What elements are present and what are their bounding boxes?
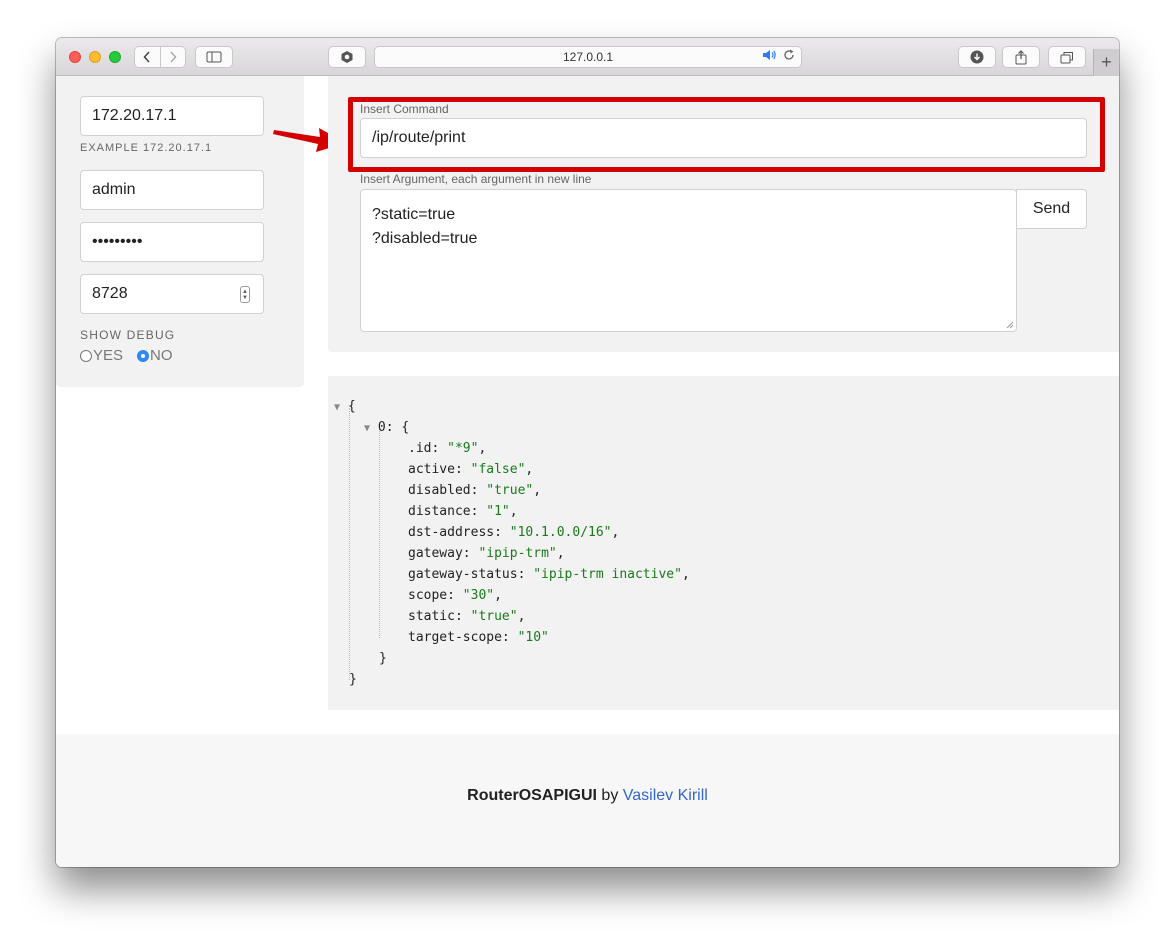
footer: RouterOSAPIGUI by Vasilev Kirill	[56, 734, 1119, 867]
debug-no-label[interactable]: NO	[150, 347, 173, 364]
sidebar-icon	[206, 51, 222, 63]
sidebar-toggle-button[interactable]	[195, 46, 233, 68]
json-field-line: dst-address: "10.1.0.0/16",	[408, 525, 620, 540]
tabs-overview-button[interactable]	[1048, 46, 1086, 68]
address-bar[interactable]: 127.0.0.1	[374, 46, 802, 68]
footer-by: by	[596, 787, 623, 804]
tabs-icon	[1060, 51, 1073, 63]
json-key: static	[408, 609, 455, 624]
zoom-window-button[interactable]	[109, 51, 121, 63]
json-key: scope	[408, 588, 448, 603]
command-input[interactable]: /ip/route/print	[360, 118, 1087, 158]
json-value: "false"	[470, 462, 526, 477]
json-field-line: disabled: "true",	[408, 483, 542, 498]
json-key: disabled	[408, 483, 471, 498]
json-guide-line	[379, 429, 380, 638]
json-field-line: target-scope: "10"	[408, 630, 549, 645]
footer-brand: RouterOSAPIGUI	[467, 787, 597, 804]
json-root-close: }	[349, 672, 357, 687]
username-input[interactable]: admin	[80, 170, 264, 210]
json-value: "10"	[517, 630, 549, 645]
json-root-open[interactable]: ▼ {	[334, 396, 356, 418]
json-field-line: distance: "1",	[408, 504, 518, 519]
json-guide-line	[349, 408, 350, 680]
json-value: "30"	[462, 588, 495, 603]
port-stepper[interactable]: ▲ ▼	[240, 286, 250, 303]
debug-no-radio[interactable]	[137, 349, 150, 362]
json-key: active	[408, 462, 455, 477]
json-value: "true"	[486, 483, 534, 498]
json-value: "ipip-trm"	[478, 546, 557, 561]
stepper-down-icon[interactable]: ▼	[242, 295, 248, 301]
back-forward-group	[134, 46, 186, 68]
json-value: "true"	[470, 609, 518, 624]
footer-author-link[interactable]: Vasilev Kirill	[623, 787, 708, 804]
json-key: gateway	[408, 546, 463, 561]
command-label: Insert Command	[360, 102, 449, 116]
argument-line: ?static=true	[372, 206, 456, 223]
address-text: 127.0.0.1	[562, 50, 614, 64]
back-button[interactable]	[135, 47, 160, 67]
host-input[interactable]: 172.20.17.1	[80, 96, 264, 136]
host-hint: EXAMPLE 172.20.17.1	[80, 142, 213, 154]
share-icon	[1015, 49, 1027, 64]
json-field-line: gateway: "ipip-trm",	[408, 546, 565, 561]
close-window-button[interactable]	[69, 51, 81, 63]
json-field-line: static: "true",	[408, 609, 526, 624]
minimize-window-button[interactable]	[89, 51, 101, 63]
collapse-triangle-icon[interactable]: ▼	[334, 402, 340, 413]
command-panel: Insert Command /ip/route/print Insert Ar…	[328, 76, 1119, 352]
debug-yes-label[interactable]: YES	[93, 347, 123, 364]
json-key: .id	[408, 441, 432, 456]
json-key: gateway-status	[408, 567, 518, 582]
json-field-line: .id: "*9",	[408, 441, 487, 456]
forward-button[interactable]	[160, 47, 185, 67]
browser-window: 127.0.0.1 + 172.20.17.1 EXAMPLE 172.20.1…	[56, 38, 1119, 867]
json-key: distance	[408, 504, 471, 519]
chevron-left-icon	[143, 51, 150, 63]
json-field-line: gateway-status: "ipip-trm inactive",	[408, 567, 690, 582]
connection-panel: 172.20.17.1 EXAMPLE 172.20.17.1 admin ••…	[56, 76, 304, 387]
show-debug-label: SHOW DEBUG	[80, 328, 176, 342]
downloads-button[interactable]	[958, 46, 996, 68]
port-value: 8728	[92, 285, 128, 302]
json-item-open[interactable]: ▼ 0: {	[364, 417, 409, 439]
debug-radio-group: YES NO	[80, 347, 187, 364]
chevron-right-icon	[170, 51, 177, 63]
json-output: ▼ { ▼ 0: { .id: "*9", active: "false", dis…	[328, 376, 1119, 710]
resize-grip-icon[interactable]	[1006, 321, 1014, 329]
json-value: "*9"	[447, 441, 479, 456]
json-field-line: scope: "30",	[408, 588, 502, 603]
port-input[interactable]: 8728 ▲ ▼	[80, 274, 264, 314]
json-field-line: active: "false",	[408, 462, 534, 477]
arguments-textarea[interactable]: ?static=true ?disabled=true	[360, 189, 1017, 332]
browser-titlebar: 127.0.0.1 +	[56, 38, 1119, 76]
share-button[interactable]	[1002, 46, 1040, 68]
debug-yes-radio[interactable]	[80, 349, 92, 362]
argument-line: ?disabled=true	[372, 230, 478, 247]
json-value: "10.1.0.0/16"	[509, 525, 612, 540]
extension-button[interactable]	[328, 46, 366, 68]
password-input[interactable]: •••••••••	[80, 222, 264, 262]
json-key: dst-address	[408, 525, 495, 540]
send-button[interactable]: Send	[1016, 189, 1087, 229]
download-icon	[970, 50, 984, 64]
hexagon-shield-icon	[341, 51, 353, 63]
reload-icon[interactable]	[783, 49, 795, 61]
json-item-close: }	[379, 651, 387, 666]
page-content: 172.20.17.1 EXAMPLE 172.20.17.1 admin ••…	[56, 76, 1119, 867]
json-value: "1"	[486, 504, 510, 519]
speaker-icon[interactable]	[762, 49, 777, 61]
json-value: "ipip-trm inactive"	[533, 567, 682, 582]
json-key: target-scope	[408, 630, 502, 645]
collapse-triangle-icon[interactable]: ▼	[364, 423, 370, 434]
new-tab-button[interactable]: +	[1093, 49, 1119, 76]
argument-label: Insert Argument, each argument in new li…	[360, 172, 592, 186]
